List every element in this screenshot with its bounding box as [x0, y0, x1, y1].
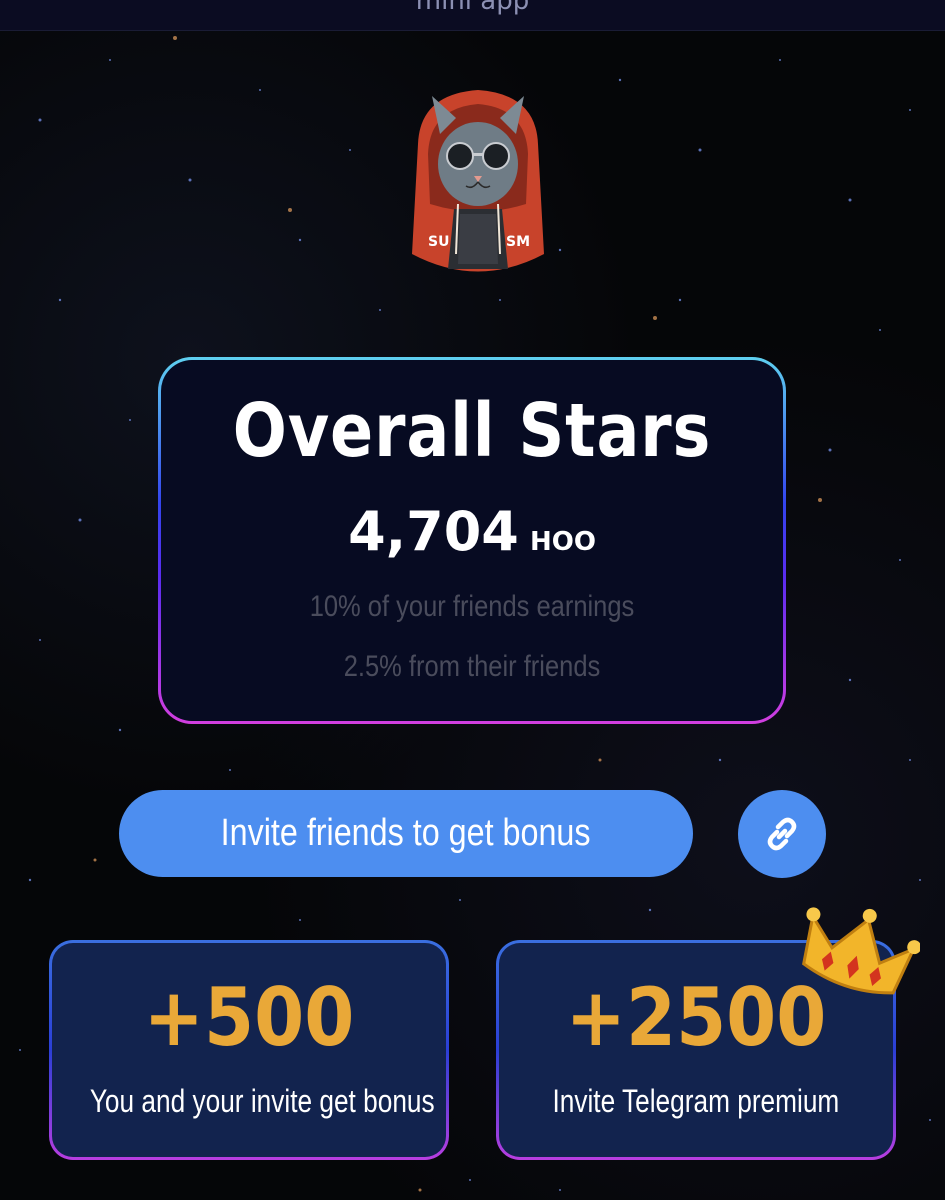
invite-bonus-card-inner: +500 You and your invite get bonus — [52, 943, 446, 1157]
cat-hoodie-avatar: SU SM — [412, 90, 544, 272]
invite-friends-button[interactable]: Invite friends to get bonus — [119, 790, 693, 877]
copy-invite-link-button[interactable] — [738, 790, 826, 878]
avatar-text-right: SM — [506, 234, 530, 250]
avatar-text-left: SU — [428, 234, 449, 250]
overall-stars-title: Overall Stars — [232, 388, 712, 474]
overall-stars-value-row: 4,704 HOO — [161, 500, 783, 563]
mini-app-page: mini app SU SM Overall Stars 4,704 HOO 1… — [0, 0, 945, 1200]
top-bar-title: mini app — [415, 0, 530, 16]
crown-icon — [802, 907, 920, 995]
invite-bonus-label: You and your invite get bonus — [52, 1083, 446, 1120]
friends-of-friends-note: 2.5% from their friends — [343, 650, 601, 683]
overall-stars-card-inner: Overall Stars 4,704 HOO 10% of your frie… — [161, 360, 783, 721]
overall-stars-unit: HOO — [529, 527, 596, 557]
top-bar: mini app — [0, 0, 945, 31]
premium-bonus-label-text: Invite Telegram premium — [552, 1083, 840, 1119]
overall-stars-card: Overall Stars 4,704 HOO 10% of your frie… — [158, 357, 786, 724]
invite-bonus-label-text: You and your invite get bonus — [89, 1083, 435, 1119]
invite-friends-button-label: Invite friends to get bonus — [221, 812, 591, 854]
premium-bonus-label: Invite Telegram premium — [499, 1083, 893, 1120]
link-icon — [767, 817, 797, 851]
overall-stars-value: 4,704 — [348, 500, 519, 563]
invite-bonus-value: +500 — [143, 971, 355, 1064]
invite-bonus-card: +500 You and your invite get bonus — [49, 940, 449, 1160]
friends-earnings-note: 10% of your friends earnings — [309, 590, 635, 623]
